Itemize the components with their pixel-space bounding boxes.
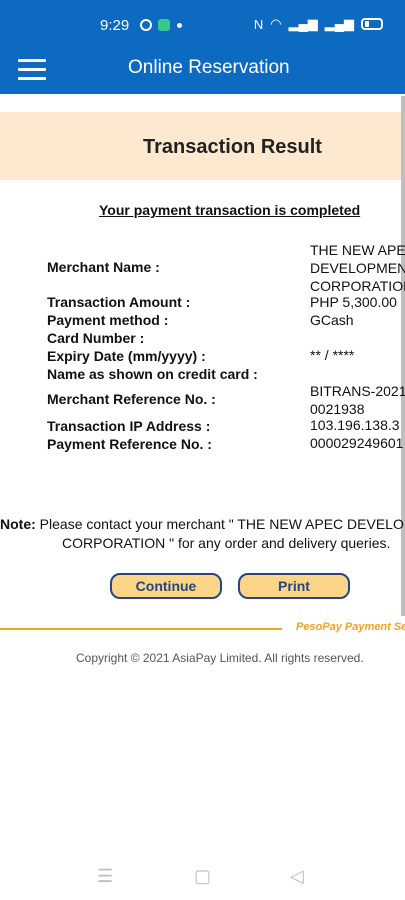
merchant-name-line: DEVELOPMEN [310, 260, 405, 276]
payment-reference-value: 000029249601 [310, 435, 404, 451]
battery-icon [361, 18, 383, 30]
status-bar: 9:29 N ◠ ▂▄▆ ▂▄▆ [0, 0, 405, 50]
copyright-text: Copyright © 2021 AsiaPay Limited. All ri… [76, 651, 364, 665]
divider [0, 628, 282, 630]
hamburger-icon[interactable] [18, 59, 46, 81]
app-icon [158, 19, 170, 31]
cardholder-name-label: Name as shown on credit card : [47, 366, 258, 382]
note-label: Note: [0, 516, 36, 532]
home-nav-icon[interactable]: ▢ [194, 866, 211, 887]
signal-icon: ▂▄▆ [324, 16, 354, 31]
page-title: Transaction Result [143, 136, 322, 158]
print-button[interactable]: Print [238, 573, 350, 599]
expiry-date-label: Expiry Date (mm/yyyy) : [47, 348, 206, 364]
transaction-amount-label: Transaction Amount : [47, 294, 191, 310]
expiry-date-value: ** / **** [310, 347, 355, 363]
transaction-ip-value: 103.196.138.3 [310, 417, 400, 433]
back-nav-icon[interactable]: ◁ [290, 866, 304, 887]
merchant-reference-value: BITRANS-2021 0021938 [310, 382, 405, 418]
app-title: Online Reservation [128, 57, 290, 78]
transaction-amount-value: PHP 5,300.00 [310, 294, 397, 310]
signal-icon: ▂▄▆ [288, 16, 318, 31]
payment-method-value: GCash [310, 312, 354, 328]
menu-nav-icon[interactable]: ☰ [97, 866, 113, 887]
pesopay-brand: PesoPay Payment Se [296, 621, 405, 633]
system-nav-bar: ☰ ▢ ◁ [0, 852, 405, 900]
card-number-label: Card Number : [47, 330, 145, 346]
payment-reference-label: Payment Reference No. : [47, 436, 212, 452]
merchant-note: Note: Please contact your merchant " THE… [0, 515, 404, 553]
note-line-1: Please contact your merchant " THE NEW A… [35, 516, 404, 532]
transaction-ip-label: Transaction IP Address : [47, 418, 211, 434]
app-bar: Online Reservation [0, 50, 405, 94]
status-icons: N ◠ ▂▄▆ ▂▄▆ [254, 16, 383, 32]
note-line-2: CORPORATION " for any order and delivery… [62, 535, 391, 551]
payment-method-label: Payment method : [47, 312, 169, 328]
merchant-name-line: THE NEW APEC [310, 242, 405, 258]
continue-button[interactable]: Continue [110, 573, 222, 599]
merchant-reference-label: Merchant Reference No. : [47, 391, 216, 407]
notification-dot-icon [177, 23, 182, 28]
merchant-reference-line: BITRANS-2021 [310, 383, 405, 399]
status-message: Your payment transaction is completed [99, 202, 361, 218]
merchant-name-value: THE NEW APEC DEVELOPMEN CORPORATION [310, 241, 405, 295]
messenger-icon [140, 19, 152, 31]
wifi-icon: ◠ [270, 16, 282, 31]
merchant-name-label: Merchant Name : [47, 259, 160, 275]
status-time: 9:29 [100, 17, 130, 34]
nfc-icon: N [253, 16, 264, 32]
